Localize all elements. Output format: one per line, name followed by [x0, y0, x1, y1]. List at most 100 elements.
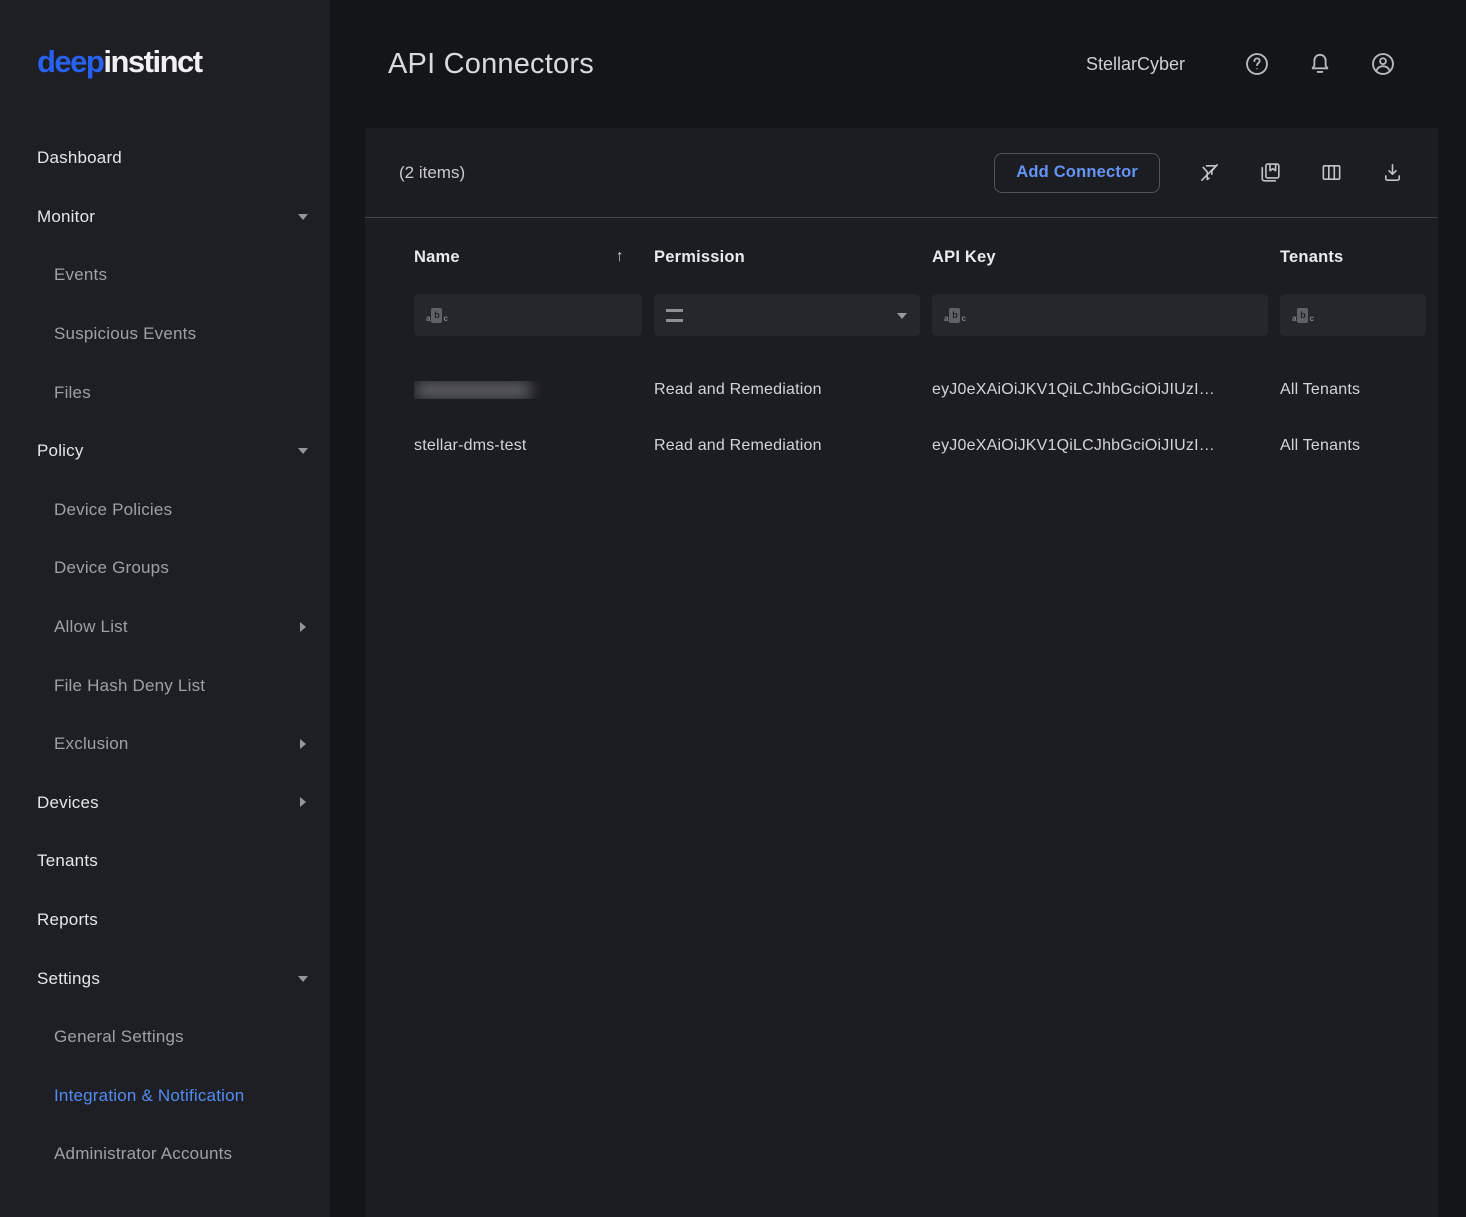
sort-ascending-icon: ↑: [616, 248, 624, 266]
saved-views-icon[interactable]: [1259, 161, 1282, 184]
chevron-down-icon: [298, 976, 308, 982]
chevron-down-icon: [298, 448, 308, 454]
sidebar-item-label: Reports: [37, 910, 98, 930]
chevron-right-icon: [300, 622, 306, 632]
sidebar-item-label: Exclusion: [54, 734, 129, 754]
connectors-table: Name↑PermissionAPI KeyTenants abcabcabc …: [365, 218, 1438, 474]
tenant-label: StellarCyber: [1086, 54, 1185, 75]
items-count: (2 items): [399, 163, 465, 183]
sidebar-item-exclusion[interactable]: Exclusion: [0, 715, 330, 774]
page-title: API Connectors: [388, 48, 594, 81]
sidebar-item-integration-notification[interactable]: Integration & Notification: [0, 1067, 330, 1126]
sidebar-item-general-settings[interactable]: General Settings: [0, 1008, 330, 1067]
sidebar-item-label: File Hash Deny List: [54, 676, 205, 696]
cell-permission: Read and Remediation: [654, 437, 932, 455]
sidebar-item-suspicious-events[interactable]: Suspicious Events: [0, 305, 330, 364]
sidebar-nav: Dashboard Monitor Events Suspicious Events F…: [0, 129, 330, 1184]
sidebar-item-label: Files: [54, 383, 91, 403]
sidebar-item-administrator-accounts[interactable]: Administrator Accounts: [0, 1125, 330, 1184]
help-icon[interactable]: [1244, 51, 1270, 77]
chevron-right-icon: [300, 797, 306, 807]
abc-glyph: a: [1292, 315, 1296, 323]
sidebar-item-allow-list[interactable]: Allow List: [0, 598, 330, 657]
cell-api-key: eyJ0eXAiOiJKV1QiLCJhbGciOiJIUzI…: [932, 437, 1280, 455]
filter-cell-api-key: abc: [932, 294, 1280, 336]
sidebar-item-label: Events: [54, 265, 107, 285]
filter-select-permission[interactable]: [654, 294, 920, 336]
sidebar: deepinstinct Dashboard Monitor Events Suspi…: [0, 0, 330, 1217]
sidebar-item-policy[interactable]: Policy: [0, 422, 330, 481]
abc-glyph: a: [426, 315, 430, 323]
cell-tenants: All Tenants: [1280, 381, 1426, 399]
filter-off-icon[interactable]: [1198, 161, 1221, 184]
column-header-permission[interactable]: Permission: [654, 248, 932, 267]
abc-glyph: c: [961, 315, 965, 323]
filter-input-name[interactable]: abc: [414, 294, 642, 336]
abc-glyph: b: [1297, 308, 1308, 323]
toolbar-actions: Add Connector: [994, 153, 1404, 193]
sidebar-item-dashboard[interactable]: Dashboard: [0, 129, 330, 188]
table-filter-row: abcabcabc: [414, 294, 1426, 336]
account-icon[interactable]: [1370, 51, 1396, 77]
column-header-label: Tenants: [1280, 248, 1343, 267]
chevron-right-icon: [300, 739, 306, 749]
cell-name: [414, 381, 654, 399]
chevron-down-icon: [897, 313, 907, 319]
sidebar-item-label: Devices: [37, 793, 99, 813]
cell-permission: Read and Remediation: [654, 381, 932, 399]
column-header-label: API Key: [932, 248, 996, 267]
chevron-down-icon: [298, 214, 308, 220]
columns-icon[interactable]: [1320, 161, 1343, 184]
abc-glyph: b: [949, 308, 960, 323]
notifications-icon[interactable]: [1307, 51, 1333, 77]
column-header-name[interactable]: Name ↑: [414, 248, 654, 267]
sidebar-item-device-policies[interactable]: Device Policies: [0, 481, 330, 540]
cell-api-key: eyJ0eXAiOiJKV1QiLCJhbGciOiJIUzI…: [932, 381, 1280, 399]
filter-cell-tenants: abc: [1280, 294, 1426, 336]
sidebar-item-label: General Settings: [54, 1027, 184, 1047]
table-body: Read and RemediationeyJ0eXAiOiJKV1QiLCJh…: [414, 362, 1426, 474]
text-filter-abc-icon: abc: [944, 308, 966, 323]
cell-tenants: All Tenants: [1280, 437, 1426, 455]
sidebar-item-label: Allow List: [54, 617, 128, 637]
filter-input-api-key[interactable]: abc: [932, 294, 1268, 336]
table-row[interactable]: stellar-dms-testRead and RemediationeyJ0…: [414, 418, 1426, 474]
sidebar-item-label: Settings: [37, 969, 100, 989]
sidebar-item-device-groups[interactable]: Device Groups: [0, 539, 330, 598]
content-panel: (2 items) Add Connector: [365, 128, 1438, 1217]
add-connector-button[interactable]: Add Connector: [994, 153, 1160, 193]
redacted-name-blob: [414, 381, 532, 399]
sidebar-item-file-hash-deny-list[interactable]: File Hash Deny List: [0, 656, 330, 715]
sidebar-item-monitor[interactable]: Monitor: [0, 188, 330, 247]
filter-input-tenants[interactable]: abc: [1280, 294, 1426, 336]
deep-instinct-logo: deepinstinct: [37, 44, 202, 80]
logo-text-primary: deep: [37, 44, 103, 79]
download-icon[interactable]: [1381, 161, 1404, 184]
column-header-tenants[interactable]: Tenants: [1280, 248, 1426, 267]
sidebar-item-settings[interactable]: Settings: [0, 949, 330, 1008]
sidebar-item-devices[interactable]: Devices: [0, 774, 330, 833]
abc-glyph: c: [1309, 315, 1313, 323]
column-header-api-key[interactable]: API Key: [932, 248, 1280, 267]
abc-glyph: a: [944, 315, 948, 323]
sidebar-item-label: Tenants: [37, 851, 98, 871]
sidebar-item-label: Suspicious Events: [54, 324, 196, 344]
app-window: deepinstinct Dashboard Monitor Events Suspi…: [0, 0, 1466, 1217]
sidebar-item-label: Dashboard: [37, 148, 122, 168]
sidebar-item-files[interactable]: Files: [0, 363, 330, 422]
abc-glyph: b: [431, 308, 442, 323]
main-area: API Connectors StellarCyber: [365, 0, 1438, 1217]
column-header-label: Name: [414, 248, 460, 267]
logo-text-secondary: instinct: [103, 44, 201, 79]
sidebar-item-label: Administrator Accounts: [54, 1144, 232, 1164]
header-actions: StellarCyber: [1086, 51, 1396, 77]
page-header: API Connectors StellarCyber: [365, 0, 1438, 128]
equals-filter-icon: [666, 309, 683, 322]
sidebar-item-reports[interactable]: Reports: [0, 891, 330, 950]
sidebar-item-events[interactable]: Events: [0, 246, 330, 305]
table-header-row: Name ↑ PermissionAPI Key Tenants: [414, 233, 1426, 281]
sidebar-item-tenants[interactable]: Tenants: [0, 832, 330, 891]
cell-name: stellar-dms-test: [414, 437, 654, 455]
table-row[interactable]: Read and RemediationeyJ0eXAiOiJKV1QiLCJh…: [414, 362, 1426, 418]
filter-cell-name: abc: [414, 294, 654, 336]
